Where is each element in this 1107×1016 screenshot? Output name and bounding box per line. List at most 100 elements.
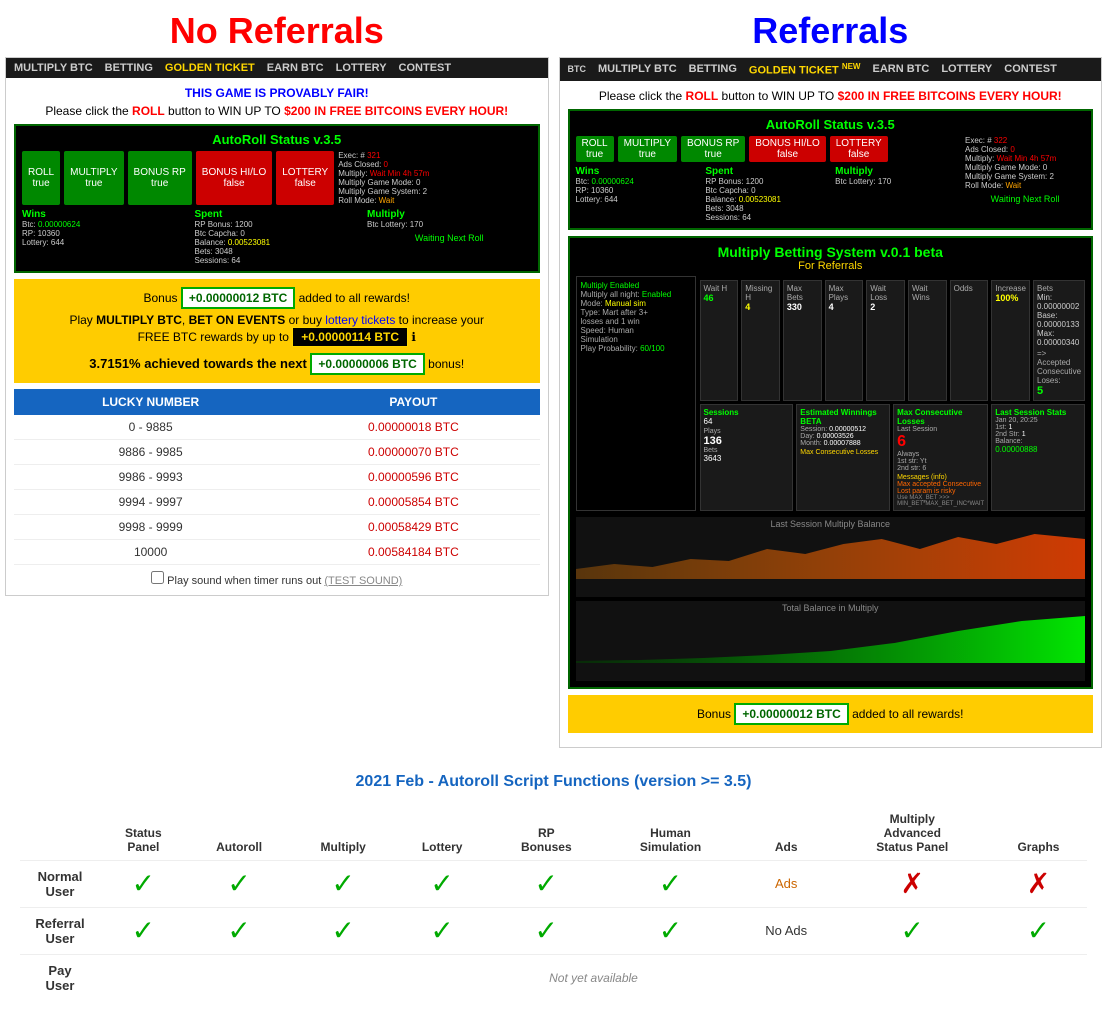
right-autoroll-title: AutoRoll Status v.3.5 [576, 117, 1086, 132]
left-panel-inner: THIS GAME IS PROVABLY FAIR! Please click… [6, 78, 548, 595]
right-autoroll-box: AutoRoll Status v.3.5 ROLLtrue MULTIPLYt… [568, 109, 1094, 230]
referral-autoroll: ✓ [187, 907, 292, 954]
left-wins-btc: Btc: 0.00000624 [22, 220, 187, 229]
session-chart-svg [576, 529, 1086, 579]
charts-container: Last Session Multiply Balance [576, 517, 1086, 681]
right-nav-multiply[interactable]: MULTIPLY BTC [598, 63, 677, 75]
right-nav-golden[interactable]: GOLDEN TICKET NEW [749, 62, 861, 77]
right-spent-col: Spent RP Bonus: 1200 Btc Capcha: 0 Balan… [705, 166, 829, 222]
left-nav-contest[interactable]: CONTEST [399, 62, 452, 74]
right-nav-contest[interactable]: CONTEST [1004, 63, 1057, 75]
right-nav-btc[interactable]: BTC [568, 64, 587, 74]
left-rp-bonus: RP Bonus: 1200 [195, 220, 360, 229]
col-status-panel: StatusPanel [100, 806, 187, 861]
left-nav-lottery[interactable]: LOTTERY [336, 62, 387, 74]
referral-user-label: ReferralUser [20, 907, 100, 954]
right-wins-col: Wins Btc: 0.00000624 RP: 10360 Lottery: … [576, 166, 700, 222]
left-btc-lottery: Btc Lottery: 170 [367, 220, 532, 229]
max-plays-cell: Max Plays 4 [825, 280, 864, 401]
no-referrals-label: No Referrals [5, 10, 549, 52]
left-nav-betting[interactable]: BETTING [105, 62, 153, 74]
left-nav-bar: MULTIPLY BTC BETTING GOLDEN TICKET EARN … [6, 58, 548, 78]
left-spent-col: Spent RP Bonus: 1200 Btc Capcha: 0 Balan… [195, 209, 360, 265]
right-stats-inner: Wins Btc: 0.00000624 RP: 10360 Lottery: … [576, 166, 960, 222]
left-waiting: Waiting Next Roll [367, 233, 532, 243]
normal-human-sim: ✓ [603, 860, 738, 907]
betting-grid: Wait H 46 Missing H 4 Max Bets 330 [700, 280, 1086, 401]
normal-user-label: NormalUser [20, 860, 100, 907]
left-range-3: 9986 - 9993 [14, 465, 287, 490]
left-autoroll-title: AutoRoll Status v.3.5 [22, 132, 532, 147]
left-btn-multiply[interactable]: MULTIPLYtrue [64, 151, 123, 205]
right-btn-lottery[interactable]: LOTTERYfalse [830, 136, 888, 162]
multiply-title: Multiply Betting System v.0.1 beta [576, 244, 1086, 260]
total-chart-svg [576, 613, 1086, 663]
wait-h-cell: Wait H 46 [700, 280, 739, 401]
left-lottery-link[interactable]: lottery tickets [325, 313, 395, 327]
referral-user-row: ReferralUser ✓ ✓ ✓ ✓ ✓ ✓ No Ads ✓ ✓ [20, 907, 1087, 954]
left-table-col1: LUCKY NUMBER [14, 389, 287, 415]
left-payout-5: 0.00058429 BTC [287, 515, 539, 540]
total-chart-label: Total Balance in Multiply [576, 601, 1086, 613]
table-row: 9998 - 9999 0.00058429 BTC [14, 515, 540, 540]
normal-status-panel: ✓ [100, 860, 187, 907]
left-test-sound[interactable]: (TEST SOUND) [324, 575, 402, 587]
left-nav-earn[interactable]: EARN BTC [267, 62, 324, 74]
left-btn-lottery[interactable]: LOTTERYfalse [276, 151, 334, 205]
left-balance: Balance: 0.00523081 [195, 238, 360, 247]
left-nav-golden[interactable]: GOLDEN TICKET [165, 62, 255, 74]
col-autoroll: Autoroll [187, 806, 292, 861]
right-btn-multiply[interactable]: MULTIPLYtrue [618, 136, 677, 162]
comparison-table: StatusPanel Autoroll Multiply Lottery RP… [20, 806, 1087, 1001]
left-sound-checkbox[interactable] [151, 571, 164, 584]
left-wins-rp: RP: 10360 [22, 229, 187, 238]
pay-user-not-available: Not yet available [100, 954, 1087, 1001]
normal-autoroll: ✓ [187, 860, 292, 907]
left-btn-bonus-rp[interactable]: BONUS RPtrue [128, 151, 192, 205]
referral-status-panel: ✓ [100, 907, 187, 954]
left-lucky-table: LUCKY NUMBER PAYOUT 0 - 9885 0.00000018 … [14, 389, 540, 565]
left-wins-lottery: Lottery: 644 [22, 238, 187, 247]
left-multiply-title: Multiply [367, 209, 532, 220]
left-range-5: 9998 - 9999 [14, 515, 287, 540]
left-btn-bonus-hilo[interactable]: BONUS HI/LOfalse [196, 151, 272, 205]
max-consec-cell: Max Consecutive Losses Last Session 6 Al… [893, 404, 988, 511]
left-table-col2: PAYOUT [287, 389, 539, 415]
col-multiply: Multiply [291, 806, 394, 861]
right-exec-info: Exec: # 322 Ads Closed: 0 Multiply: Wait… [965, 136, 1085, 204]
right-btn-roll[interactable]: ROLLtrue [576, 136, 614, 162]
referrals-label: Referrals [559, 10, 1103, 52]
right-nav-betting[interactable]: BETTING [689, 63, 737, 75]
left-range-4: 9994 - 9997 [14, 490, 287, 515]
col-human-sim: HumanSimulation [603, 806, 738, 861]
table-row: 9886 - 9985 0.00000070 BTC [14, 440, 540, 465]
left-sessions: Sessions: 64 [195, 256, 360, 265]
left-btn-roll[interactable]: ROLLtrue [22, 151, 60, 205]
pay-user-row: PayUser Not yet available [20, 954, 1087, 1001]
right-btn-bonus-hilo[interactable]: BONUS HI/LOfalse [749, 136, 825, 162]
bottom-section: 2021 Feb - Autoroll Script Functions (ve… [0, 758, 1107, 1016]
left-range-2: 9886 - 9985 [14, 440, 287, 465]
right-nav-earn[interactable]: EARN BTC [872, 63, 929, 75]
left-payout-3: 0.00000596 BTC [287, 465, 539, 490]
referral-multiply-advanced: ✓ [835, 907, 990, 954]
left-bonus-amount: +0.00000012 BTC [181, 287, 295, 309]
left-wins-col: Wins Btc: 0.00000624 RP: 10360 Lottery: … [22, 209, 187, 265]
left-exec-info: Exec: # 321 Ads Closed: 0 Multiply: Wait… [338, 151, 429, 205]
multiply-settings: Multiply Enabled Multiply all night: Ena… [576, 276, 696, 511]
right-autoroll-buttons: ROLLtrue MULTIPLYtrue BONUS RPtrue BONUS… [576, 136, 960, 162]
right-nav-lottery[interactable]: LOTTERY [941, 63, 992, 75]
normal-user-row: NormalUser ✓ ✓ ✓ ✓ ✓ ✓ Ads ✗ ✗ [20, 860, 1087, 907]
right-btn-bonus-rp[interactable]: BONUS RPtrue [681, 136, 745, 162]
odds-cell: Odds [950, 280, 989, 401]
left-bonus-line1: Bonus +0.00000012 BTC added to all rewar… [22, 287, 532, 309]
comparison-header-row: StatusPanel Autoroll Multiply Lottery RP… [20, 806, 1087, 861]
left-nav-multiply[interactable]: MULTIPLY BTC [14, 62, 93, 74]
left-sound-check: Play sound when timer runs out (TEST SOU… [14, 571, 540, 587]
wait-wins-cell: Wait Wins [908, 280, 947, 401]
right-nav-bar: BTC MULTIPLY BTC BETTING GOLDEN TICKET N… [560, 58, 1102, 81]
left-spent-title: Spent [195, 209, 360, 220]
col-ads: Ads [738, 806, 835, 861]
right-panel: BTC MULTIPLY BTC BETTING GOLDEN TICKET N… [559, 57, 1103, 748]
table-row: 0 - 9885 0.00000018 BTC [14, 415, 540, 440]
